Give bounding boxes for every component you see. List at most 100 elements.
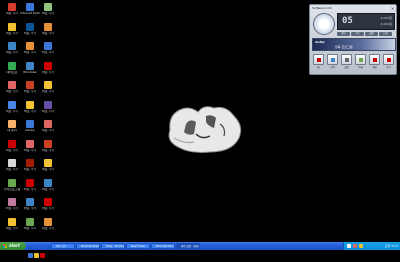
desktop-icon[interactable]: 바로 가기 (38, 61, 58, 82)
desktop-icon-label: 바로 가기 (24, 226, 36, 230)
widget-button[interactable] (383, 54, 394, 65)
widget-button[interactable] (313, 54, 324, 65)
desktop-icon[interactable]: 바로 가기 (20, 100, 40, 121)
widget-button[interactable] (355, 54, 366, 65)
desktop-icon[interactable]: 바로 가기 (38, 178, 58, 199)
desktop-icon[interactable]: 바로 가기 (38, 81, 58, 101)
desktop-icon[interactable]: 바로 가기 (38, 159, 58, 179)
taskbar-item[interactable]: 제목 없음 - 메모장 (176, 243, 200, 249)
start-button[interactable]: start (0, 242, 26, 250)
desktop-icon[interactable]: 바로 가기 (2, 139, 22, 160)
quick-launch-icon[interactable] (40, 253, 45, 258)
widget-tab[interactable]: 정보 (337, 32, 350, 36)
widget-button-label: 설정 (344, 66, 349, 69)
desktop-icon[interactable]: 바로 가기 (38, 100, 58, 121)
shortcut-icon (8, 159, 16, 167)
widget-button-row: 홈 검색 설정 목록 메일 종료 (313, 54, 396, 74)
widget-title: Software Info (312, 6, 332, 10)
desktop-icon[interactable]: 바로 가기 (2, 81, 22, 101)
desktop-icon[interactable]: 바로 가기 (20, 159, 40, 179)
desktop-icon[interactable]: 내 문서 (2, 120, 22, 140)
desktop-icon[interactable]: Internet Explorer (20, 3, 40, 23)
desktop-icon[interactable]: 바로 가기 (2, 217, 22, 238)
clock[interactable]: 오후 3:27 (385, 242, 398, 250)
widget-banner[interactable]: ALZip 압축 프로그램 (312, 38, 396, 51)
widget-button[interactable] (341, 54, 352, 65)
widget-tab[interactable]: 설정 (365, 32, 378, 36)
banner-title: ALZip (315, 40, 325, 44)
widget-button-label: 메일 (372, 66, 377, 69)
desktop-icon-label: Internet Explorer (20, 12, 40, 15)
desktop-icon-label: 내 문서 (7, 129, 17, 132)
widget-button-icon (387, 58, 391, 62)
shortcut-icon (26, 100, 34, 109)
desktop-icon[interactable]: 바로 가기 (38, 22, 58, 43)
desktop-icon[interactable]: 바로 가기 (38, 139, 58, 160)
widget-button-label: 종료 (386, 66, 391, 69)
desktop-icon[interactable]: 시작프로그램 (2, 178, 22, 199)
taskbar-items: 바로 가기 Windows Explorer Daily - Windows New … (51, 243, 201, 249)
shortcut-icon (26, 3, 34, 11)
taskbar-item[interactable]: 바로 가기 (51, 243, 75, 249)
taskbar-item-label: Microsoft Word (156, 245, 175, 248)
desktop-icon[interactable]: 바로 가기 (20, 81, 40, 101)
dial-knob-icon[interactable] (313, 13, 335, 35)
desktop-icon-label: 바로 가기 (42, 31, 54, 35)
desktop-icon[interactable]: Adobe (20, 120, 40, 140)
desktop-icon-label: 바로 가기 (42, 207, 54, 210)
widget-button-icon (373, 58, 377, 62)
shortcut-icon (26, 42, 34, 50)
desktop-icon[interactable]: 바로 가기 (20, 198, 40, 218)
desktop-icon[interactable]: 바로 가기 (2, 22, 22, 43)
widget-button[interactable] (369, 54, 380, 65)
desktop-icon[interactable]: 바로 가기 (2, 3, 22, 23)
desktop-icon[interactable]: Windows (20, 61, 40, 82)
desktop-icon[interactable]: 바로 가기 (2, 198, 22, 218)
desktop-icon[interactable]: 바로 가기 (20, 139, 40, 160)
desktop-icon[interactable]: 바로 가기 (2, 159, 22, 179)
widget-tab[interactable]: 도움 (379, 32, 392, 36)
taskbar-item[interactable]: New Folder (126, 243, 150, 249)
desktop-icon-label: 바로 가기 (42, 148, 54, 152)
desktop-icon[interactable]: 네이트온 (2, 61, 22, 82)
desktop-icon[interactable]: 바로 가기 (38, 120, 58, 140)
taskbar-item[interactable]: Daily - Windows (101, 243, 125, 249)
desktop-icon[interactable]: 바로 가기 (20, 178, 40, 199)
desktop-icon-label: 바로 가기 (6, 31, 18, 35)
tray-icon[interactable] (347, 244, 351, 248)
desktop-icon[interactable]: 바로 가기 (2, 100, 22, 121)
desktop-icon[interactable]: 바로 가기 (38, 3, 58, 23)
taskbar-item[interactable]: Microsoft Word (151, 243, 175, 249)
tray-icon[interactable] (359, 244, 363, 248)
shortcut-icon (26, 81, 34, 89)
desktop-icon[interactable]: 바로 가기 (20, 217, 40, 238)
taskbar-item-label: New Folder (131, 245, 145, 248)
lcd-display: 05 4,050원 6,000원 (337, 13, 395, 30)
desktop-icon[interactable]: 바로 가기 (38, 217, 58, 238)
close-icon[interactable]: × (390, 6, 395, 11)
quick-launch-icon[interactable] (34, 253, 39, 258)
desktop-icon-label: 바로 가기 (6, 51, 18, 54)
widget-tabs: 정보 기능 설정 도움 (337, 32, 395, 37)
widget-button[interactable] (327, 54, 338, 65)
desktop-icon[interactable]: 바로 가기 (38, 42, 58, 62)
taskbar-item[interactable]: Windows Explorer (76, 243, 100, 249)
desktop-icon[interactable]: 바로 가기 (20, 42, 40, 62)
desktop-icon-label: 바로 가기 (24, 168, 36, 171)
shortcut-icon (8, 198, 16, 206)
shortcut-icon (44, 120, 52, 128)
desktop-icon[interactable]: 바로 가기 (20, 22, 40, 43)
software-widget-window: Software Info × 05 4,050원 6,000원 정보 기능 설정 도… (309, 4, 397, 75)
desktop-icon-label: 바로 가기 (6, 148, 18, 152)
system-tray: 오후 3:27 (343, 242, 400, 250)
desktop-icon-label: 바로 가기 (6, 168, 18, 171)
desktop-icon[interactable]: 바로 가기 (38, 198, 58, 218)
tray-icon[interactable] (353, 244, 357, 248)
quick-launch (28, 243, 46, 258)
windows-logo-icon (3, 244, 7, 248)
desktop-icon-label: 바로 가기 (42, 226, 54, 230)
desktop-icon[interactable]: 바로 가기 (2, 42, 22, 62)
widget-tab[interactable]: 기능 (351, 32, 364, 36)
quick-launch-icon[interactable] (28, 253, 33, 258)
desktop-icon-label: 바로 가기 (24, 109, 36, 113)
